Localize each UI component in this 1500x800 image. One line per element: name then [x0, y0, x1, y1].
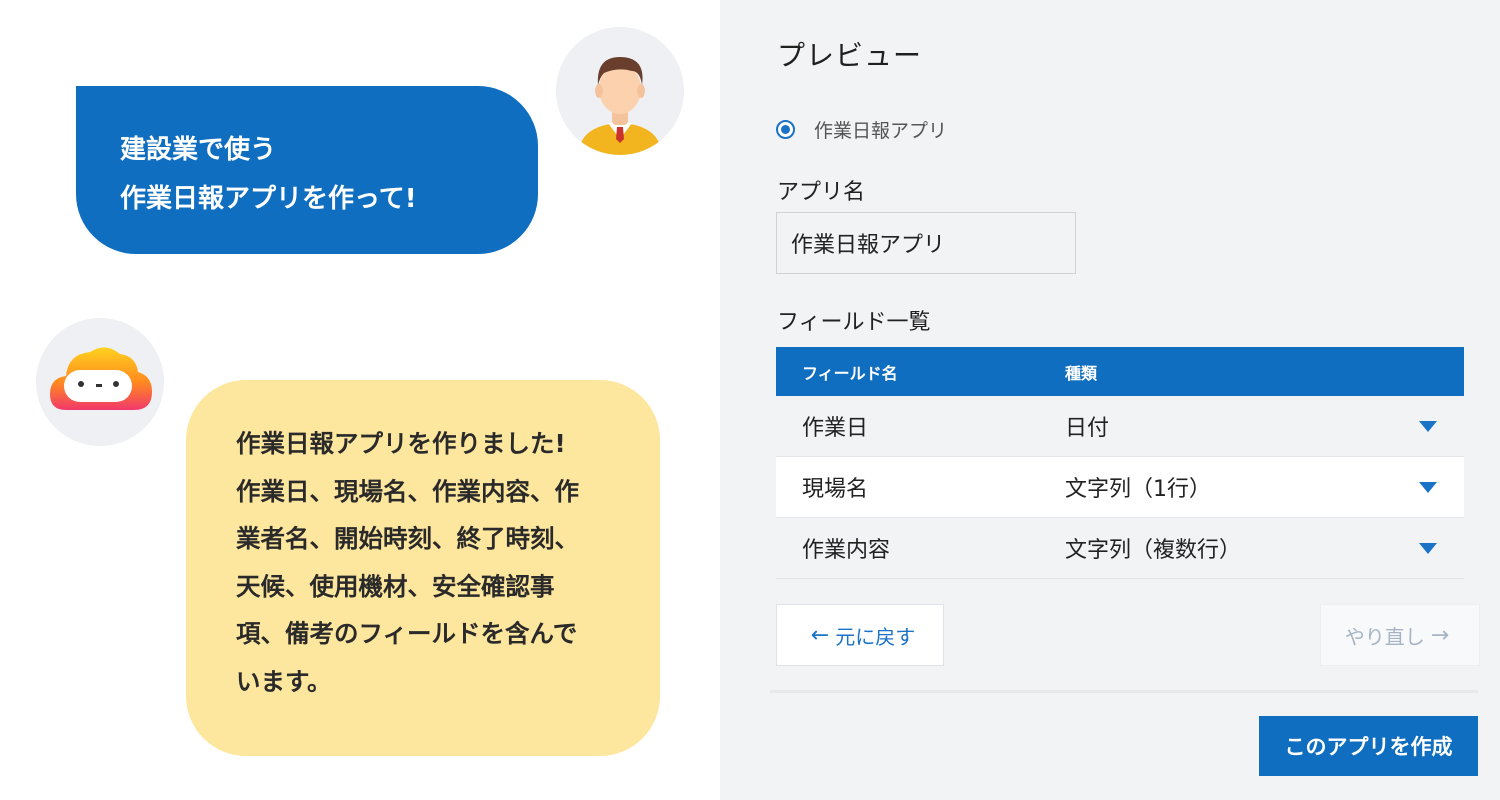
field-name-cell: 作業内容 [802, 538, 891, 563]
user-avatar [556, 27, 684, 155]
table-header: フィールド名 種類 [776, 347, 1464, 396]
user-message-bubble: 建設業で使う 作業日報アプリを作って! [76, 86, 538, 254]
bot-message-line: 天候、使用機材、安全確認事 [236, 571, 555, 601]
app-name-label: アプリ名 [777, 180, 866, 205]
column-header-type: 種類 [1065, 363, 1098, 383]
app-radio-option[interactable]: 作業日報アプリ [776, 116, 947, 143]
preview-title: プレビュー [777, 39, 923, 72]
person-icon [556, 27, 684, 155]
field-type-cell: 文字列（複数行） [1065, 538, 1242, 563]
field-table: フィールド名 種類 作業日 日付 現場名 文字列（1行） 作業内容 文字列（複数… [776, 347, 1464, 579]
type-dropdown-icon[interactable] [1419, 420, 1437, 432]
table-row: 現場名 文字列（1行） [776, 457, 1464, 518]
field-type-cell: 日付 [1065, 416, 1110, 441]
table-body: 作業日 日付 現場名 文字列（1行） 作業内容 文字列（複数行） [776, 396, 1464, 579]
user-message-line: 建設業で使う [120, 135, 277, 165]
cloud-bot-icon [36, 318, 164, 446]
bot-message-line: います。 [236, 666, 332, 696]
arrow-right-icon: → [1430, 622, 1450, 648]
bot-message-line: 項、備考のフィールドを含んで [236, 619, 578, 648]
radio-label: 作業日報アプリ [814, 120, 948, 142]
field-type-cell: 文字列（1行） [1065, 477, 1211, 502]
redo-label: やり直し [1344, 624, 1425, 649]
field-name-cell: 現場名 [802, 477, 869, 502]
bot-message-line: 業者名、開始時刻、終了時刻、 [236, 524, 579, 553]
undo-label: 元に戻す [835, 624, 916, 649]
arrow-left-icon: ← [810, 622, 830, 648]
user-message-line: 作業日報アプリを作って! [120, 184, 417, 214]
bot-message-line: 作業日、現場名、作業内容、作 [236, 476, 579, 506]
bot-avatar [36, 318, 164, 446]
create-app-button[interactable]: このアプリを作成 [1259, 716, 1478, 776]
table-row: 作業内容 文字列（複数行） [776, 518, 1464, 579]
app-name-input[interactable] [776, 212, 1076, 274]
radio-button[interactable] [776, 120, 795, 139]
type-dropdown-icon[interactable] [1419, 481, 1437, 493]
redo-button[interactable]: やり直し → [1320, 604, 1480, 666]
type-dropdown-icon[interactable] [1419, 542, 1437, 554]
field-name-cell: 作業日 [802, 416, 869, 441]
divider [770, 690, 1478, 693]
table-row: 作業日 日付 [776, 396, 1464, 457]
radio-dot [781, 125, 790, 134]
field-list-label: フィールド一覧 [777, 310, 931, 335]
bot-message-line: 作業日報アプリを作りました! [236, 429, 566, 458]
bot-message-bubble: 作業日報アプリを作りました! 作業日、現場名、作業内容、作 業者名、開始時刻、終… [186, 380, 660, 756]
undo-button[interactable]: ← 元に戻す [776, 604, 944, 666]
column-header-field-name: フィールド名 [802, 363, 898, 383]
